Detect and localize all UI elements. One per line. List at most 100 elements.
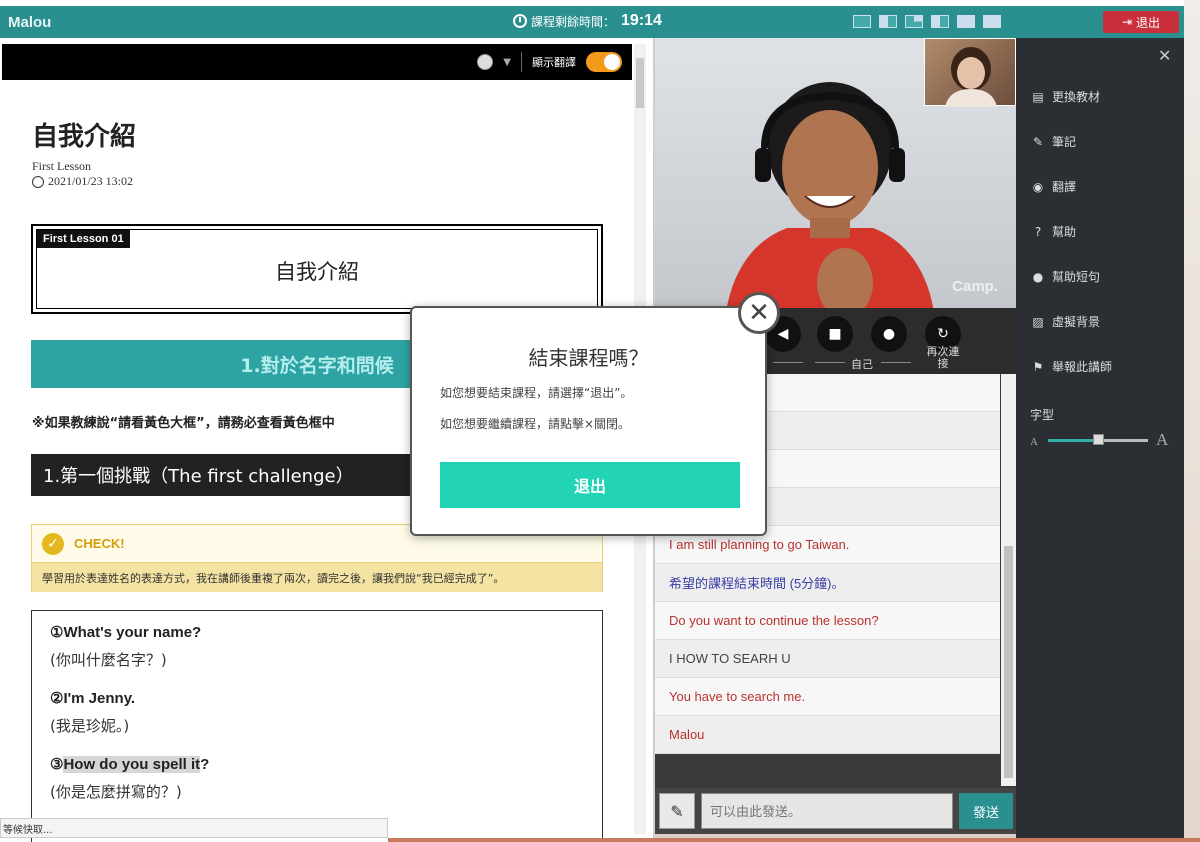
image-icon: ▨ (1032, 314, 1044, 329)
chat-bubble-icon: ● (1032, 269, 1044, 284)
dialog-line-continue: 如您想要繼續課程，請點擊×關閉。 (440, 417, 631, 431)
qa-item: ①What's your name? (你叫什麼名字？) (50, 623, 201, 670)
globe-icon: ◉ (1032, 179, 1044, 194)
doc-toolbar: ▼ 顯示翻譯 (2, 44, 632, 80)
slider-fill (1048, 439, 1098, 442)
close-icon: ✕ (748, 298, 770, 328)
chat-message: Do you want to continue the lesson? (655, 602, 1000, 640)
qa-item: ③How do you spell it? (你是怎麼拼寫的？) (50, 755, 209, 802)
exit-icon: ⇥ (1121, 15, 1133, 29)
sidebar-item-label: 筆記 (1052, 135, 1077, 149)
chat-message: Malou (655, 716, 1000, 754)
self-video-pip[interactable] (924, 38, 1016, 107)
lesson-box-title: 自我介紹 (275, 260, 359, 284)
send-button[interactable]: 發送 (959, 793, 1013, 829)
sidebar-item-change-material[interactable]: ▤ 更換教材 (1030, 88, 1100, 105)
layout-full-icon[interactable] (853, 15, 871, 28)
layout-switcher (853, 15, 1001, 28)
right-sidebar: ✕ ▤ 更換教材 ✎ 筆記 ◉ 翻譯 ? 幫助 ● 幫助短句 ▨ 虛擬背景 ⚑ … (1016, 38, 1184, 838)
sidebar-item-help[interactable]: ? 幫助 (1030, 223, 1076, 240)
edit-icon: ✎ (1032, 134, 1044, 149)
layout-corner-icon[interactable] (905, 15, 923, 28)
font-size-label: 字型 (1030, 408, 1055, 422)
doc-subtitle: First Lesson (32, 159, 92, 173)
sidebar-item-virtual-background[interactable]: ▨ 虛擬背景 (1030, 313, 1100, 330)
qa-chinese: (你是怎麼拼寫的？) (50, 783, 182, 801)
layout-text-icon[interactable] (983, 15, 1001, 28)
camera-icon: ■ (828, 326, 842, 342)
desktop-edge (1184, 0, 1200, 842)
camera-button[interactable]: ■ (817, 316, 853, 352)
doc-date-text: 2021/01/23 13:02 (48, 174, 134, 188)
app-name: Malou (8, 13, 52, 31)
sidebar-item-label: 更換教材 (1052, 90, 1101, 104)
divider-line (815, 362, 845, 363)
qa-suffix: ? (200, 756, 210, 773)
sidebar-item-report-teacher[interactable]: ⚑ 舉報此講師 (1030, 358, 1112, 375)
dialog-close-button[interactable]: ✕ (738, 292, 780, 334)
qa-english: ③How do you spell it? (50, 755, 209, 773)
timer-value: 19:14 (621, 12, 662, 29)
highlighted-text: How do you spell it (63, 756, 201, 773)
lesson-tag: First Lesson 01 (37, 230, 130, 248)
teacher-figure (726, 82, 934, 308)
chat-input[interactable] (701, 793, 953, 829)
clock-icon (513, 14, 527, 28)
video-watermark: Camp. (952, 278, 998, 295)
sidebar-item-label: 幫助 (1052, 225, 1077, 239)
sidebar-item-help-phrases[interactable]: ● 幫助短句 (1030, 268, 1100, 285)
sidebar-item-label: 舉報此講師 (1052, 360, 1113, 374)
lesson-title-box: First Lesson 01 自我介紹 (31, 224, 603, 314)
sidebar-item-translate[interactable]: ◉ 翻譯 (1030, 178, 1076, 195)
chat-scrollbar[interactable] (1001, 374, 1016, 786)
exit-button[interactable]: ⇥ 退出 (1103, 11, 1179, 33)
layout-split-icon[interactable] (879, 15, 897, 28)
chat-message: 希望的課程結束時間 (5分鐘)。 (655, 564, 1000, 602)
divider-line (881, 362, 911, 363)
qa-english: ①What's your name? (50, 624, 202, 641)
qa-chinese: (你叫什麼名字？) (50, 651, 167, 669)
refresh-icon: ↻ (937, 326, 949, 342)
qa-item: ②I'm Jenny. (我是珍妮。) (50, 689, 135, 736)
layout-grid-icon[interactable] (931, 15, 949, 28)
microphone-button[interactable]: ● (871, 316, 907, 352)
check-body: 學習用於表達姓名的表達方式，我在講師後重複了兩次，讀完之後，讓我們說“我已經完成… (32, 563, 602, 592)
doc-scrollbar-thumb[interactable] (636, 58, 644, 108)
qa-english: ②I'm Jenny. (50, 690, 136, 707)
chat-message: You have to search me. (655, 678, 1000, 716)
qa-box: ①What's your name? (你叫什麼名字？) ②I'm Jenny.… (31, 610, 603, 842)
yellow-box-note: ※如果教練說“請看黃色大框”，請務必查看黃色框中 (32, 416, 335, 431)
exit-label: 退出 (1136, 15, 1161, 30)
sidebar-item-notes[interactable]: ✎ 筆記 (1030, 133, 1076, 150)
doc-title: 自我介紹 (32, 122, 137, 152)
student-figure (945, 47, 997, 107)
dialog-line-exit: 如您想要結束課程，請選擇“退出”。 (440, 386, 633, 400)
check-title: CHECK! (74, 536, 125, 551)
reconnect-label: 再次連接 (926, 345, 960, 370)
chat-scrollbar-thumb[interactable] (1004, 546, 1013, 778)
book-icon: ▤ (1032, 89, 1044, 104)
end-lesson-dialog: 結束課程嗎？ 如您想要結束課程，請選擇“退出”。 如您想要繼續課程，請點擊×關閉… (410, 306, 767, 536)
lesson-timer: 課程剩餘時間： 19:14 (513, 12, 662, 30)
toolbar-divider (521, 52, 522, 72)
speaker-icon: ◀ (777, 326, 789, 342)
close-icon[interactable]: ✕ (1158, 46, 1171, 65)
language-globe-icon[interactable] (477, 54, 494, 70)
browser-status-bar: 等候快取... (0, 818, 388, 838)
slider-knob[interactable] (1093, 434, 1104, 445)
confirm-exit-button[interactable]: 退出 (440, 462, 740, 508)
chevron-down-icon[interactable]: ▼ (503, 57, 511, 68)
translate-toggle[interactable] (586, 52, 622, 72)
microphone-icon: ● (882, 326, 896, 342)
chat-message: I HOW TO SEARH U (655, 640, 1000, 678)
qa-chinese: (我是珍妮。) (50, 717, 130, 735)
font-size-slider[interactable]: A A (1030, 430, 1170, 450)
large-a-icon: A (1156, 430, 1169, 449)
check-circle-icon (32, 175, 44, 188)
phrase-button[interactable]: ✎ (659, 793, 695, 829)
layout-doc-icon[interactable] (957, 15, 975, 28)
small-a-icon: A (1030, 436, 1038, 448)
phrase-icon: ✎ (670, 801, 684, 821)
sidebar-item-label: 虛擬背景 (1052, 315, 1101, 329)
self-label: 自己 (851, 358, 873, 371)
